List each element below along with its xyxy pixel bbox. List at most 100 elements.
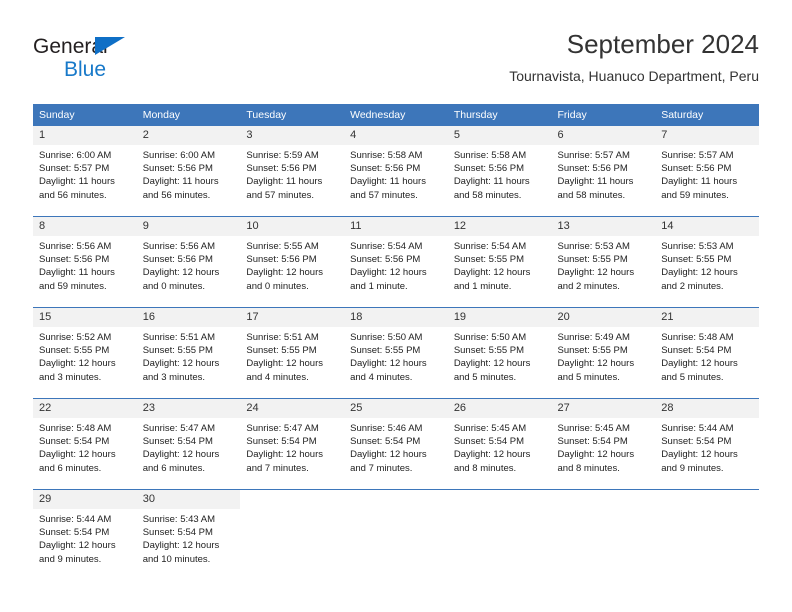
sunset-text: Sunset: 5:55 PM bbox=[39, 345, 110, 357]
calendar-day-cell[interactable]: 6 Sunrise: 5:57 AM Sunset: 5:56 PM Daylight… bbox=[551, 126, 656, 217]
day-details: Sunrise: 5:50 AM Sunset: 5:55 PM Daylight:… bbox=[448, 327, 552, 384]
day-number: 8 bbox=[33, 217, 137, 236]
daylight-text-line2: and 5 minutes. bbox=[661, 371, 724, 383]
calendar-day-cell[interactable]: 29 Sunrise: 5:44 AM Sunset: 5:54 PM Dayligh… bbox=[33, 489, 137, 580]
weekday-header-monday: Monday bbox=[136, 104, 241, 126]
sunrise-text: Sunrise: 5:50 AM bbox=[350, 332, 423, 343]
calendar-day-cell[interactable]: 23 Sunrise: 5:47 AM Sunset: 5:54 PM Dayligh… bbox=[136, 398, 241, 490]
calendar-day-cell[interactable]: 30 Sunrise: 5:43 AM Sunset: 5:54 PM Dayligh… bbox=[136, 489, 241, 580]
daylight-text-line2: and 59 minutes. bbox=[661, 189, 729, 201]
sunrise-text: Sunrise: 5:51 AM bbox=[142, 332, 216, 343]
day-number bbox=[240, 490, 345, 509]
calendar-day-cell[interactable]: 18 Sunrise: 5:50 AM Sunset: 5:55 PM Dayligh… bbox=[344, 307, 448, 399]
day-number bbox=[551, 490, 656, 509]
calendar-day-cell[interactable]: 14 Sunrise: 5:53 AM Sunset: 5:55 PM Dayligh… bbox=[655, 216, 759, 308]
day-details: Sunrise: 5:50 AM Sunset: 5:55 PM Daylight:… bbox=[344, 327, 448, 384]
sunset-text: Sunset: 5:54 PM bbox=[246, 436, 317, 448]
weekday-header-wednesday: Wednesday bbox=[344, 104, 448, 126]
calendar-day-cell[interactable]: 5 Sunrise: 5:58 AM Sunset: 5:56 PM Daylight… bbox=[447, 126, 552, 217]
calendar-day-cell[interactable]: 27 Sunrise: 5:45 AM Sunset: 5:54 PM Dayligh… bbox=[551, 398, 656, 490]
generalblue-logo[interactable]: General Blue bbox=[33, 36, 263, 88]
calendar-day-cell[interactable]: 26 Sunrise: 5:45 AM Sunset: 5:54 PM Dayligh… bbox=[447, 398, 552, 490]
calendar-day-cell[interactable]: 21 Sunrise: 5:48 AM Sunset: 5:54 PM Dayligh… bbox=[655, 307, 759, 399]
calendar-day-cell[interactable]: 20 Sunrise: 5:49 AM Sunset: 5:55 PM Dayligh… bbox=[551, 307, 656, 399]
daylight-text-line1: Daylight: 11 hours bbox=[39, 267, 115, 279]
daylight-text-line2: and 5 minutes. bbox=[453, 371, 517, 383]
calendar-day-cell[interactable]: 22 Sunrise: 5:48 AM Sunset: 5:54 PM Dayligh… bbox=[33, 398, 137, 490]
daylight-text-line1: Daylight: 12 hours bbox=[142, 449, 220, 461]
sunrise-text: Sunrise: 5:57 AM bbox=[661, 150, 734, 161]
daylight-text-line1: Daylight: 12 hours bbox=[142, 358, 220, 370]
sunset-text: Sunset: 5:54 PM bbox=[557, 436, 628, 448]
calendar-day-cell-empty bbox=[551, 489, 656, 580]
calendar-day-cell[interactable]: 17 Sunrise: 5:51 AM Sunset: 5:55 PM Dayligh… bbox=[240, 307, 345, 399]
calendar-day-cell[interactable]: 12 Sunrise: 5:54 AM Sunset: 5:55 PM Dayligh… bbox=[447, 216, 552, 308]
day-details: Sunrise: 5:55 AM Sunset: 5:56 PM Daylight:… bbox=[240, 236, 344, 293]
day-number: 11 bbox=[344, 217, 448, 236]
calendar-day-cell[interactable]: 24 Sunrise: 5:47 AM Sunset: 5:54 PM Dayligh… bbox=[240, 398, 345, 490]
calendar-day-cell[interactable]: 19 Sunrise: 5:50 AM Sunset: 5:55 PM Dayligh… bbox=[447, 307, 552, 399]
calendar-day-cell[interactable]: 25 Sunrise: 5:46 AM Sunset: 5:54 PM Dayligh… bbox=[344, 398, 448, 490]
day-details: Sunrise: 5:47 AM Sunset: 5:54 PM Daylight:… bbox=[240, 418, 344, 475]
day-number: 3 bbox=[240, 126, 345, 145]
calendar-day-cell[interactable]: 13 Sunrise: 5:53 AM Sunset: 5:55 PM Dayligh… bbox=[551, 216, 656, 308]
calendar-week-row: 29 Sunrise: 5:44 AM Sunset: 5:54 PM Dayligh… bbox=[33, 489, 759, 580]
sunset-text: Sunset: 5:55 PM bbox=[557, 254, 628, 266]
daylight-text-line2: and 4 minutes. bbox=[246, 371, 309, 383]
calendar-day-cell[interactable]: 7 Sunrise: 5:57 AM Sunset: 5:56 PM Daylight… bbox=[655, 126, 759, 217]
daylight-text-line2: and 9 minutes. bbox=[661, 462, 724, 474]
sunrise-text: Sunrise: 5:43 AM bbox=[142, 514, 216, 525]
sunset-text: Sunset: 5:56 PM bbox=[142, 163, 213, 175]
sunrise-text: Sunrise: 5:53 AM bbox=[557, 241, 630, 252]
sunset-text: Sunset: 5:54 PM bbox=[142, 436, 213, 448]
sunset-text: Sunset: 5:54 PM bbox=[661, 345, 732, 357]
calendar-day-cell[interactable]: 2 Sunrise: 6:00 AM Sunset: 5:56 PM Daylight… bbox=[136, 126, 241, 217]
day-details: Sunrise: 5:45 AM Sunset: 5:54 PM Daylight:… bbox=[552, 418, 656, 475]
day-details: Sunrise: 6:00 AM Sunset: 5:56 PM Daylight:… bbox=[137, 145, 241, 202]
day-number: 10 bbox=[240, 217, 345, 236]
calendar-day-cell[interactable]: 8 Sunrise: 5:56 AM Sunset: 5:56 PM Daylight… bbox=[33, 216, 137, 308]
daylight-text-line1: Daylight: 12 hours bbox=[39, 449, 116, 461]
daylight-text-line2: and 1 minute. bbox=[453, 280, 512, 292]
day-number: 2 bbox=[136, 126, 241, 145]
calendar-day-cell[interactable]: 28 Sunrise: 5:44 AM Sunset: 5:54 PM Dayligh… bbox=[655, 398, 759, 490]
day-details: Sunrise: 6:00 AM Sunset: 5:57 PM Daylight:… bbox=[33, 145, 137, 202]
sunrise-text: Sunrise: 5:44 AM bbox=[39, 514, 112, 525]
sunset-text: Sunset: 5:56 PM bbox=[661, 163, 732, 175]
calendar-day-cell[interactable]: 16 Sunrise: 5:51 AM Sunset: 5:55 PM Dayligh… bbox=[136, 307, 241, 399]
calendar-day-cell[interactable]: 3 Sunrise: 5:59 AM Sunset: 5:56 PM Daylight… bbox=[240, 126, 345, 217]
daylight-text-line2: and 57 minutes. bbox=[246, 189, 315, 201]
day-number: 15 bbox=[33, 308, 137, 327]
daylight-text-line2: and 56 minutes. bbox=[142, 189, 211, 201]
sunrise-text: Sunrise: 5:52 AM bbox=[39, 332, 112, 343]
weekday-header-tuesday: Tuesday bbox=[240, 104, 345, 126]
sunrise-text: Sunrise: 5:58 AM bbox=[453, 150, 527, 161]
calendar-day-cell[interactable]: 10 Sunrise: 5:55 AM Sunset: 5:56 PM Dayligh… bbox=[240, 216, 345, 308]
daylight-text-line1: Daylight: 11 hours bbox=[350, 176, 426, 188]
daylight-text-line1: Daylight: 12 hours bbox=[453, 358, 531, 370]
sunset-text: Sunset: 5:57 PM bbox=[39, 163, 110, 175]
calendar-day-cell[interactable]: 4 Sunrise: 5:58 AM Sunset: 5:56 PM Daylight… bbox=[344, 126, 448, 217]
calendar-day-cell[interactable]: 15 Sunrise: 5:52 AM Sunset: 5:55 PM Dayligh… bbox=[33, 307, 137, 399]
daylight-text-line1: Daylight: 12 hours bbox=[142, 540, 220, 552]
sunset-text: Sunset: 5:55 PM bbox=[350, 345, 421, 357]
day-number: 13 bbox=[551, 217, 656, 236]
sunset-text: Sunset: 5:56 PM bbox=[246, 163, 317, 175]
sunrise-text: Sunrise: 5:57 AM bbox=[557, 150, 630, 161]
daylight-text-line2: and 8 minutes. bbox=[453, 462, 517, 474]
daylight-text-line1: Daylight: 12 hours bbox=[661, 267, 738, 279]
daylight-text-line1: Daylight: 12 hours bbox=[453, 267, 531, 279]
calendar-day-cell[interactable]: 1 Sunrise: 6:00 AM Sunset: 5:57 PM Daylight… bbox=[33, 126, 137, 217]
day-details: Sunrise: 5:57 AM Sunset: 5:56 PM Daylight:… bbox=[552, 145, 656, 202]
sunrise-text: Sunrise: 5:59 AM bbox=[246, 150, 319, 161]
day-number: 5 bbox=[447, 126, 552, 145]
daylight-text-line1: Daylight: 12 hours bbox=[557, 267, 635, 279]
calendar-day-cell[interactable]: 9 Sunrise: 5:56 AM Sunset: 5:56 PM Daylight… bbox=[136, 216, 241, 308]
triangle-icon bbox=[95, 37, 125, 55]
daylight-text-line1: Daylight: 12 hours bbox=[350, 449, 427, 461]
daylight-text-line2: and 6 minutes. bbox=[39, 462, 102, 474]
day-number bbox=[447, 490, 552, 509]
calendar-day-cell[interactable]: 11 Sunrise: 5:54 AM Sunset: 5:56 PM Dayligh… bbox=[344, 216, 448, 308]
sunset-text: Sunset: 5:54 PM bbox=[661, 436, 732, 448]
weekday-header-sunday: Sunday bbox=[33, 104, 137, 126]
